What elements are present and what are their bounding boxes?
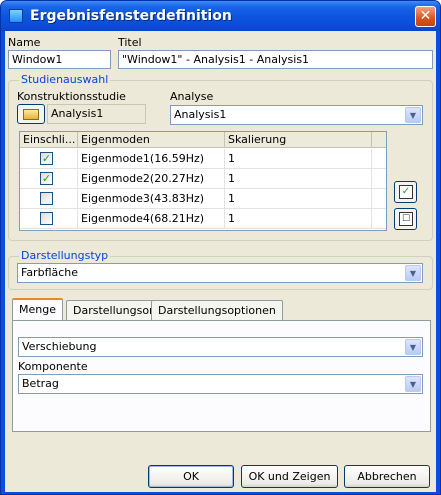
darstellungstyp-value: Farbfläche (21, 266, 79, 279)
include-cell: ✓ (20, 149, 78, 169)
konstruktionsstudie-label: Konstruktionsstudie (17, 90, 126, 103)
titel-field[interactable]: "Window1" - Analysis1 - Analysis1 (118, 50, 433, 69)
darstellungstyp-dropdown[interactable]: Farbfläche ▼ (17, 263, 423, 283)
include-cell (20, 189, 78, 209)
tab-menge[interactable]: Menge (12, 298, 63, 321)
name-label: Name (8, 36, 41, 49)
column-header-include[interactable]: Einschli... (20, 132, 78, 148)
eigenmode-name: Eigenmode2(20.27Hz) (78, 169, 225, 189)
column-header-skalierung[interactable]: Skalierung (225, 132, 372, 148)
dialog-window: Ergebnisfensterdefinition ✕ Name Window1… (0, 0, 441, 495)
komponente-dropdown[interactable]: Betrag ▼ (18, 374, 423, 394)
eigenmode-scale[interactable]: 1 (225, 189, 372, 209)
close-icon[interactable]: ✕ (415, 6, 436, 27)
table-row[interactable]: Eigenmode3(43.83Hz) 1 (20, 189, 386, 209)
open-folder-button[interactable] (17, 104, 45, 124)
window-title: Ergebnisfensterdefinition (30, 8, 232, 24)
chevron-down-icon[interactable]: ▼ (405, 376, 421, 392)
uncheck-list-icon: ☐ (399, 212, 413, 226)
eigenmode-scale[interactable]: 1 (225, 149, 372, 169)
ok-button[interactable]: OK (148, 465, 234, 488)
select-all-button[interactable]: ✓ (394, 181, 417, 203)
darstellungstyp-title: Darstellungstyp (19, 249, 111, 262)
chevron-down-icon[interactable]: ▼ (405, 107, 421, 123)
app-icon (9, 9, 23, 23)
include-checkbox[interactable] (40, 212, 53, 225)
quantity-value: Verschiebung (22, 340, 97, 353)
komponente-value: Betrag (22, 377, 59, 390)
komponente-label: Komponente (18, 360, 88, 373)
list-header: Einschli... Eigenmoden Skalierung (20, 132, 386, 148)
konstruktionsstudie-field: Analysis1 (47, 104, 146, 124)
table-row[interactable]: ✓ Eigenmode1(16.59Hz) 1 (20, 149, 386, 169)
eigenmode-name: Eigenmode1(16.59Hz) (78, 149, 225, 169)
analyse-value: Analysis1 (174, 108, 227, 121)
column-header-eigenmoden[interactable]: Eigenmoden (78, 132, 225, 148)
chevron-down-icon[interactable]: ▼ (405, 265, 421, 281)
cancel-button[interactable]: Abbrechen (344, 465, 430, 488)
eigenmodes-list: Einschli... Eigenmoden Skalierung ✓ Eigen… (19, 131, 387, 231)
analyse-dropdown[interactable]: Analysis1 ▼ (170, 105, 423, 125)
name-field[interactable]: Window1 (8, 50, 111, 69)
check-list-icon: ✓ (399, 185, 413, 199)
quantity-dropdown[interactable]: Verschiebung ▼ (18, 337, 423, 357)
title-bar[interactable]: Ergebnisfensterdefinition ✕ (1, 1, 440, 31)
table-row[interactable]: Eigenmode4(68.21Hz) 1 (20, 209, 386, 229)
deselect-all-button[interactable]: ☐ (394, 208, 417, 230)
eigenmode-name: Eigenmode3(43.83Hz) (78, 189, 225, 209)
eigenmode-name: Eigenmode4(68.21Hz) (78, 209, 225, 229)
chevron-down-icon[interactable]: ▼ (405, 339, 421, 355)
analyse-label: Analyse (170, 90, 214, 103)
tab-panel-menge: Verschiebung ▼ Komponente Betrag ▼ (12, 320, 431, 432)
studienauswahl-title: Studienauswahl (19, 73, 111, 86)
ok-and-show-button[interactable]: OK und Zeigen (241, 465, 338, 488)
titel-label: Titel (118, 36, 142, 49)
include-checkbox[interactable]: ✓ (40, 172, 53, 185)
eigenmode-scale[interactable]: 1 (225, 169, 372, 189)
include-cell (20, 209, 78, 229)
tab-darstellungsoptionen[interactable]: Darstellungsoptionen (151, 300, 283, 321)
table-row[interactable]: ✓ Eigenmode2(20.27Hz) 1 (20, 169, 386, 189)
eigenmode-scale[interactable]: 1 (225, 209, 372, 229)
dialog-client: Name Window1 Titel "Window1" - Analysis1… (5, 31, 436, 492)
include-checkbox[interactable] (40, 192, 53, 205)
include-cell: ✓ (20, 169, 78, 189)
include-checkbox[interactable]: ✓ (40, 152, 53, 165)
folder-icon (23, 109, 39, 120)
